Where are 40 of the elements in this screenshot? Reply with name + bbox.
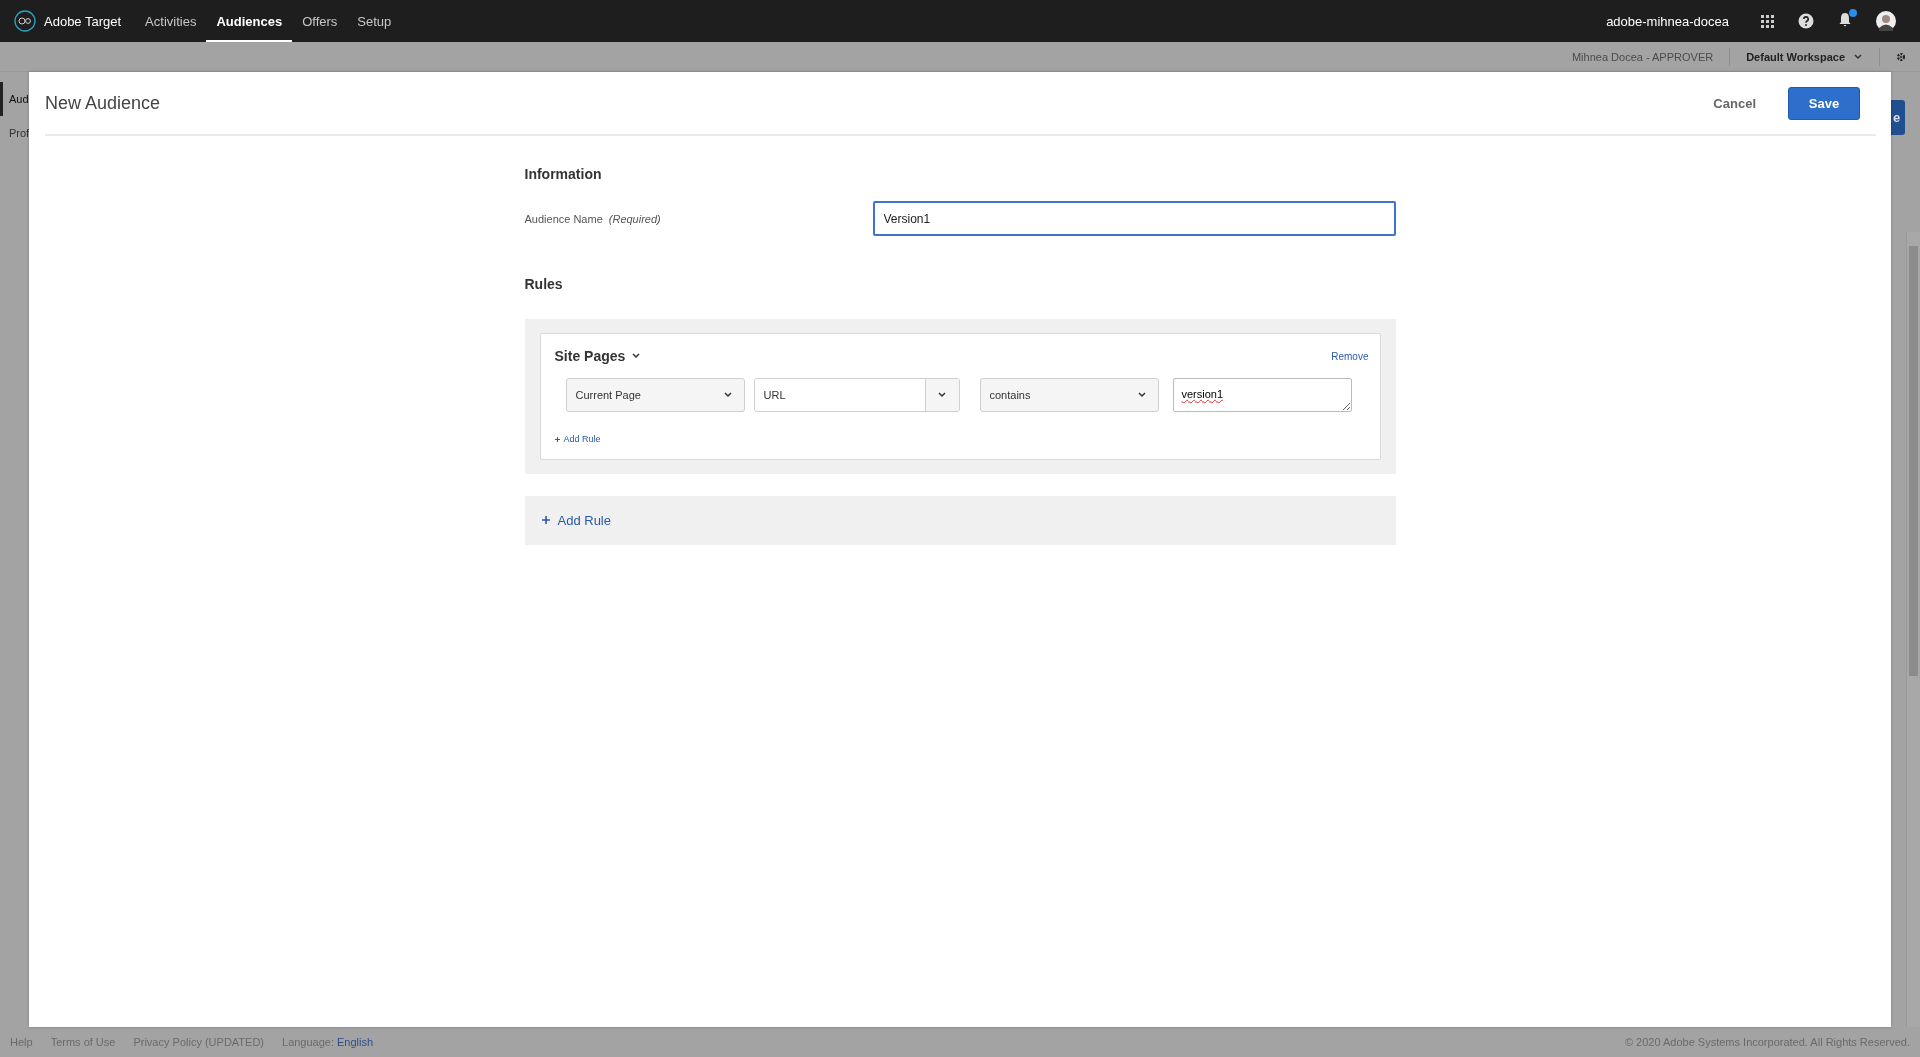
remove-link[interactable]: Remove: [1331, 350, 1369, 362]
create-button[interactable]: e: [1891, 100, 1905, 135]
add-rule-link[interactable]: Add Rule: [541, 512, 611, 528]
caret-icon: [1853, 51, 1863, 62]
workspace-selector[interactable]: Default Workspace: [1746, 50, 1845, 63]
rule-group-title[interactable]: Site Pages: [554, 348, 626, 364]
scrollbar[interactable]: [1906, 232, 1920, 1027]
caret-icon[interactable]: [937, 390, 947, 400]
product-name: Adobe Target: [44, 13, 122, 29]
nav-tab[interactable]: Activities: [135, 0, 207, 42]
notification-icon[interactable]: [1838, 12, 1852, 27]
apps-grid-icon[interactable]: [1761, 14, 1774, 28]
field-label: Audience Name (Required): [524, 212, 662, 225]
nav-tab[interactable]: Setup: [347, 0, 402, 42]
caret-icon: [1136, 390, 1147, 400]
logo-icon: [14, 10, 36, 32]
caret-icon: [722, 390, 733, 400]
section-heading: Rules: [524, 276, 564, 292]
dropdown[interactable]: contains: [979, 378, 1159, 412]
org-name[interactable]: adobe-mihnea-docea: [1606, 13, 1729, 29]
help-icon[interactable]: [1798, 13, 1814, 29]
add-rule-link[interactable]: Add Rule: [554, 434, 601, 444]
section-heading: Information: [524, 166, 603, 182]
avatar-icon[interactable]: [1876, 11, 1896, 31]
copyright-text: © 2020 Adobe Systems Incorporated. All Rights Reserved.: [1624, 1036, 1910, 1048]
language-label: Language:: [282, 1036, 334, 1048]
combo-box[interactable]: URL: [753, 378, 960, 412]
value-field[interactable]: version1: [1172, 378, 1352, 412]
dropdown[interactable]: Current Page: [565, 378, 745, 412]
sidebar-item[interactable]: Prof: [0, 116, 29, 150]
user-role: Mihnea Docea - APPROVER: [1571, 50, 1714, 63]
save-button[interactable]: Save: [1788, 86, 1860, 120]
modal-title: New Audience: [45, 92, 162, 114]
cancel-button[interactable]: Cancel: [1707, 94, 1762, 112]
nav-tab[interactable]: Offers: [292, 0, 348, 42]
audience-name-field[interactable]: Version1: [872, 201, 1396, 236]
settings-icon[interactable]: [1896, 51, 1906, 62]
plus-icon: [554, 436, 560, 442]
plus-icon: [541, 516, 550, 524]
caret-icon[interactable]: [631, 351, 642, 361]
